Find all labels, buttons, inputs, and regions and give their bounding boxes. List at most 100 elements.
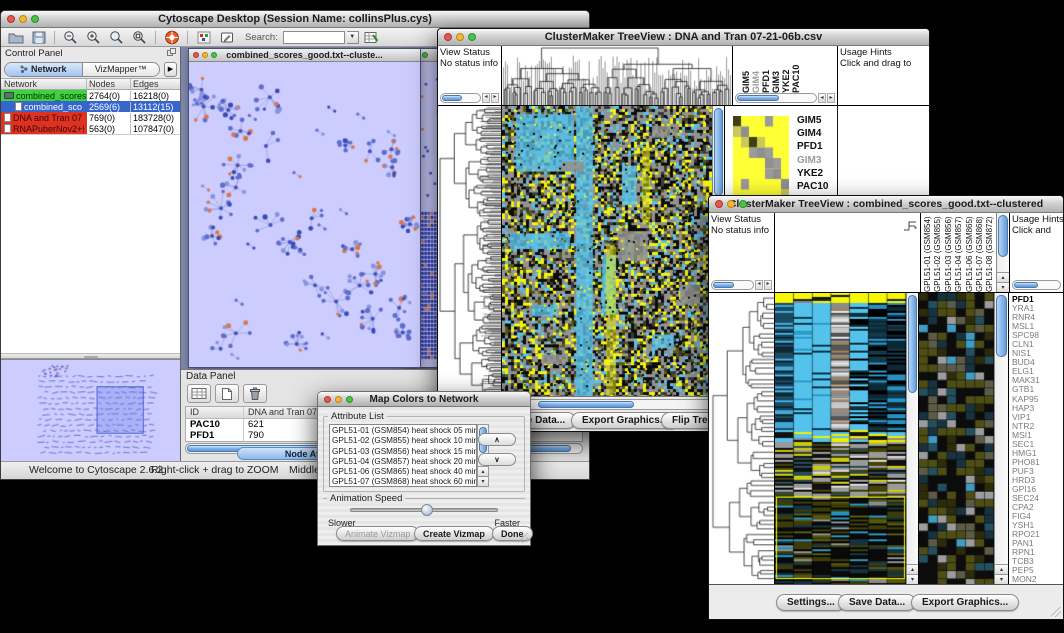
network-view-window[interactable]: combined_scores_good.txt--cluste...: [188, 48, 421, 368]
zoom-window-button[interactable]: [468, 33, 476, 41]
gene-label[interactable]: PFD1: [797, 140, 829, 153]
tab-vizmapper[interactable]: VizMapper™: [83, 63, 160, 76]
column-label[interactable]: GPL51-07 (GSM868): [975, 214, 985, 292]
open-session-button[interactable]: [5, 29, 26, 46]
scroll-left-button[interactable]: ◂: [482, 93, 490, 103]
move-down-button[interactable]: ∨: [478, 453, 516, 466]
scroll-left-button[interactable]: ◂: [755, 280, 763, 290]
minimize-button[interactable]: [202, 52, 208, 58]
heatmap-vertical-scrollbar[interactable]: ▴▾: [906, 293, 919, 584]
column-label[interactable]: YKE2: [781, 47, 791, 93]
column-label[interactable]: GPL51-03 (GSM856): [944, 214, 954, 292]
row-dendrogram[interactable]: [438, 106, 502, 396]
create-vizmap-button[interactable]: Create Vizmap: [414, 526, 494, 541]
column-label[interactable]: GPL51-08 (GSM872): [985, 214, 995, 292]
gene-label[interactable]: PAC10: [797, 180, 829, 193]
search-dropdown-button[interactable]: ▼: [347, 31, 359, 44]
column-label[interactable]: GPL51-04 (GSM857): [954, 214, 964, 292]
close-button[interactable]: [7, 15, 15, 23]
gene-label[interactable]: MON2: [1012, 575, 1063, 584]
close-button[interactable]: [324, 396, 331, 403]
column-label[interactable]: GPL51-01 (GSM854): [923, 214, 933, 292]
new-attribute-button[interactable]: [215, 384, 239, 403]
treeview-titlebar[interactable]: ClusterMaker TreeView : DNA and Tran 07-…: [438, 29, 929, 46]
network-row[interactable]: combined_sco 2569(6) 13112(15): [1, 101, 180, 112]
attribute-list-item[interactable]: GPL51-02 (GSM855) heat shock 10 min: [332, 436, 474, 446]
close-button[interactable]: [715, 200, 723, 208]
gene-label[interactable]: GIM4: [797, 127, 829, 140]
close-button[interactable]: [444, 33, 452, 41]
speed-slider[interactable]: [350, 508, 498, 512]
heatmap-view[interactable]: [502, 106, 712, 396]
zoom-out-button[interactable]: [60, 29, 81, 46]
zoom-in-button[interactable]: [83, 29, 104, 46]
attribute-select-button[interactable]: [187, 384, 211, 403]
slider-thumb[interactable]: [421, 504, 433, 516]
scroll-down-button[interactable]: ▾: [478, 476, 488, 486]
network-row[interactable]: RNAPuberNov2+! 563(0) 107847(0): [1, 123, 180, 134]
scroll-right-button[interactable]: ▸: [827, 93, 835, 103]
attribute-list-item[interactable]: GPL51-06 (GSM865) heat shock 40 min: [332, 467, 474, 477]
network-row[interactable]: combined_scores_ 2764(0) 16218(0): [1, 90, 180, 101]
column-label[interactable]: GIM3: [771, 47, 781, 93]
zoom-window-button[interactable]: [346, 396, 353, 403]
zoom-window-button[interactable]: [211, 52, 217, 58]
zoom-selected-button[interactable]: [129, 29, 150, 46]
float-panel-icon[interactable]: [167, 48, 176, 59]
cytoscape-titlebar[interactable]: Cytoscape Desktop (Session Name: collins…: [1, 11, 589, 28]
delete-attribute-button[interactable]: [243, 384, 267, 403]
search-input[interactable]: [283, 31, 345, 44]
zoom-vertical-scrollbar[interactable]: ▴▾: [994, 293, 1008, 584]
heatmap-horizontal-scrollbar[interactable]: [503, 399, 723, 410]
zoom-window-button[interactable]: [422, 52, 428, 58]
usage-hints-scrollbar[interactable]: [1012, 279, 1061, 290]
vizmapper-icon[interactable]: [193, 29, 214, 46]
scroll-right-button[interactable]: ▸: [491, 93, 499, 103]
birdseye-view[interactable]: [1, 359, 180, 461]
minimize-button[interactable]: [335, 396, 342, 403]
annotation-icon[interactable]: [216, 29, 237, 46]
resize-grip[interactable]: [1051, 607, 1061, 617]
column-label[interactable]: GPL51-06 (GSM865): [965, 214, 975, 292]
minimize-button[interactable]: [456, 33, 464, 41]
help-ring-icon[interactable]: [161, 29, 182, 46]
tab-network[interactable]: Network: [5, 63, 83, 76]
view-status-scrollbar[interactable]: ◂ ▸: [440, 92, 499, 103]
network-window-titlebar[interactable]: combined_scores_good.txt--cluste...: [189, 49, 420, 62]
save-data-button[interactable]: Save Data...: [838, 594, 916, 611]
minimize-button[interactable]: [727, 200, 735, 208]
scroll-up-button[interactable]: ▴: [995, 564, 1008, 574]
network-canvas[interactable]: [189, 62, 420, 367]
heatmap-view[interactable]: [775, 293, 906, 584]
network-row[interactable]: DNA and Tran 07 769(0) 183728(0): [1, 112, 180, 123]
zoom-heatmap[interactable]: [919, 293, 994, 584]
gene-label[interactable]: YKE2: [797, 167, 829, 180]
scroll-left-button[interactable]: ◂: [818, 93, 826, 103]
column-label[interactable]: PAC10: [791, 47, 801, 93]
save-session-button[interactable]: [28, 29, 49, 46]
column-label[interactable]: GIM5: [741, 47, 751, 93]
gene-label[interactable]: GIM3: [797, 154, 829, 167]
row-dendrogram[interactable]: [709, 293, 775, 584]
attribute-list-item[interactable]: GPL51-07 (GSM868) heat shock 60 min: [332, 477, 474, 487]
column-labels-scrollbar[interactable]: ▴▾: [996, 213, 1010, 292]
tab-overflow-button[interactable]: ▶: [164, 62, 177, 77]
scroll-up-button[interactable]: ▴: [478, 466, 488, 476]
zoom-window-button[interactable]: [31, 15, 39, 23]
scroll-down-button[interactable]: ▾: [907, 574, 918, 584]
scroll-down-button[interactable]: ▾: [997, 282, 1009, 292]
zoom-heatmap[interactable]: [733, 116, 789, 200]
minimize-button[interactable]: [19, 15, 27, 23]
move-up-button[interactable]: ∧: [478, 433, 516, 446]
scroll-right-button[interactable]: ▸: [764, 280, 772, 290]
attribute-list-item[interactable]: GPL51-01 (GSM854) heat shock 05 min: [332, 426, 474, 436]
export-graphics-button[interactable]: Export Graphics...: [911, 594, 1019, 611]
zoom-fit-button[interactable]: [106, 29, 127, 46]
scroll-down-button[interactable]: ▾: [995, 574, 1008, 584]
view-status-scrollbar[interactable]: ◂ ▸: [711, 279, 772, 290]
settings-button[interactable]: Settings...: [776, 594, 846, 611]
treeview-titlebar[interactable]: ClusterMaker TreeView : combined_scores_…: [709, 196, 1063, 213]
resize-grip[interactable]: [518, 533, 528, 543]
attribute-list-item[interactable]: GPL51-04 (GSM857) heat shock 20 min: [332, 457, 474, 467]
column-label[interactable]: PFD1: [761, 47, 771, 93]
